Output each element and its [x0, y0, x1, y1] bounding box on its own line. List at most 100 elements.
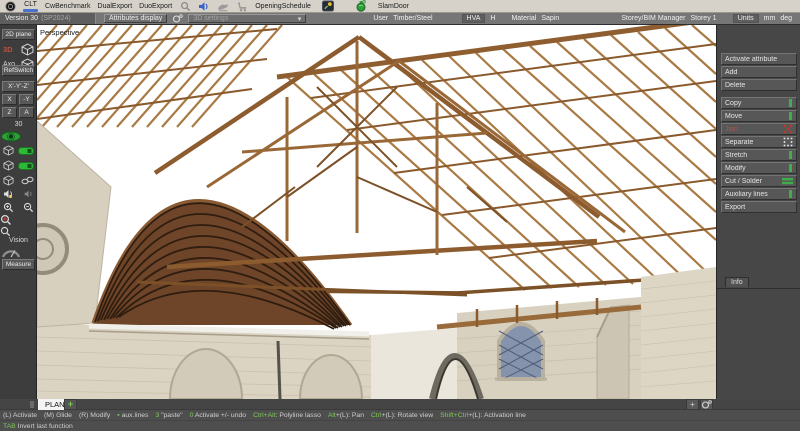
green-indicator-icon	[789, 164, 793, 172]
zoom-out-icon[interactable]	[23, 202, 34, 213]
material-label: Material	[506, 13, 541, 24]
dotted-square-icon	[783, 137, 793, 147]
status-hint: Ctrl+(L): Rotate view	[371, 412, 433, 419]
axis-a-button[interactable]: A	[19, 107, 34, 118]
clt-button[interactable]: CLT	[23, 1, 38, 12]
modify-button[interactable]: Modify	[721, 162, 797, 174]
speaker-on-icon[interactable]	[3, 189, 16, 199]
info-tab[interactable]: Info	[725, 277, 749, 287]
status-hint: (L) Activate	[3, 412, 37, 419]
axis-z-button[interactable]: Z	[2, 107, 17, 118]
zoom-in-icon[interactable]	[3, 202, 14, 213]
units-label: Units	[733, 14, 759, 23]
version-label: Version 30 (SP2024)	[0, 13, 96, 24]
add-button[interactable]: Add	[721, 66, 797, 78]
3d-model-scene[interactable]	[37, 25, 716, 399]
axis-x-button[interactable]: X	[2, 94, 17, 105]
clt-underline	[23, 9, 38, 12]
display-settings-icon[interactable]	[167, 13, 188, 24]
visibility-toggle-row-1	[1, 144, 36, 157]
refswitch-button[interactable]: RefSwitch	[2, 65, 35, 76]
speaker-icon[interactable]	[198, 1, 210, 12]
dark-tool-icon[interactable]	[322, 1, 334, 12]
green-indicator-icon	[789, 112, 793, 120]
green-indicator-icon	[789, 151, 793, 159]
status-hint: 3 "paste"	[155, 412, 182, 419]
dualexport-button[interactable]: DualExport	[98, 3, 133, 10]
status-hint: (R) Modify	[79, 412, 110, 419]
copy-button[interactable]: Copy	[721, 97, 797, 109]
camera-eye-icon[interactable]	[0, 131, 37, 142]
status-hint: 0 Activate +/- undo	[190, 412, 247, 419]
green-double-bar-icon	[782, 177, 793, 185]
measure-button[interactable]: Measure	[2, 259, 35, 270]
sled-icon[interactable]	[217, 1, 229, 12]
settings-toolbar: Version 30 (SP2024) Attributes display 3…	[0, 13, 800, 25]
2d-plane-button[interactable]: 2D plane	[2, 29, 35, 40]
chain-link-icon[interactable]	[21, 176, 34, 185]
3d-mode-row: 3D	[1, 42, 36, 57]
openingschedule-button[interactable]: OpeningSchedule	[255, 3, 311, 10]
export-button[interactable]: Export	[721, 201, 797, 213]
toggle-on-icon[interactable]	[18, 147, 34, 155]
speaker-off-icon[interactable]	[23, 189, 34, 199]
3d-mode-label[interactable]: 3D	[3, 45, 13, 54]
version-sp-label: (SP2024)	[41, 15, 71, 22]
separate-button[interactable]: Separate	[721, 136, 797, 148]
zoom-window-icon[interactable]	[0, 226, 37, 237]
cut-solder-button[interactable]: Cut / Solder	[721, 175, 797, 187]
add-tab-button[interactable]: +	[64, 399, 77, 410]
gable-wall	[37, 121, 111, 327]
activate-attribute-button[interactable]: Activate attribute	[721, 53, 797, 65]
speaker-row	[1, 188, 36, 200]
storey-value[interactable]: Storey 1	[690, 13, 721, 24]
auxiliary-lines-button[interactable]: Auxiliary lines	[721, 188, 797, 200]
axis-y-button[interactable]: -Y	[19, 94, 34, 105]
link-cube-row	[1, 174, 36, 187]
red-dice-icon	[783, 124, 793, 134]
stretch-button[interactable]: Stretch	[721, 149, 797, 161]
zoom-plus-button[interactable]: +	[686, 399, 699, 410]
cadwork-logo-icon[interactable]	[4, 1, 16, 12]
cube-icon[interactable]	[3, 175, 14, 186]
status-hint: TAB Invert last function	[3, 423, 73, 430]
unit-mm[interactable]: mm	[759, 13, 781, 24]
cube-icon[interactable]	[3, 145, 14, 156]
gauge-icon[interactable]	[0, 246, 37, 258]
3d-viewport[interactable]: Perspective	[37, 25, 716, 399]
move-button[interactable]: Move	[721, 110, 797, 122]
zoom-target-icon[interactable]	[0, 214, 37, 226]
unit-deg[interactable]: deg	[780, 13, 800, 24]
grenade-icon[interactable]	[355, 1, 367, 12]
join-button[interactable]: Join	[721, 123, 797, 135]
search-icon[interactable]	[179, 1, 191, 12]
toggle-on-icon[interactable]	[18, 162, 34, 170]
edit-sidebar: Activate attribute Add Delete Copy Move …	[716, 25, 800, 399]
view-sidebar: 2D plane 3D Axo RefSwitch X'-Y'-Z' X -Y …	[0, 25, 37, 399]
status-hint: (M) Glide	[44, 412, 72, 419]
sheet-tab-bar: PLAN + +	[0, 399, 800, 410]
cube-icon[interactable]	[3, 160, 14, 171]
hva-value[interactable]: H	[485, 13, 500, 24]
cadwork-window: CLT CwBenchmark DualExport DuoExport Ope…	[0, 0, 800, 431]
mouse-hint-bar: (L) Activate (M) Glide (R) Modify ▪ aux.…	[0, 410, 800, 420]
user-label: User	[368, 13, 393, 24]
angle-value[interactable]: 30	[0, 121, 37, 128]
cwbenchmark-button[interactable]: CwBenchmark	[45, 3, 91, 10]
slamdoor-button[interactable]: SlamDoor	[378, 3, 409, 10]
vision-label[interactable]: Vision	[0, 237, 37, 244]
duoexport-button[interactable]: DuoExport	[139, 3, 172, 10]
status-hint: Shift+Ctrl+(L): Activation line	[440, 412, 526, 419]
tab-scroll-icon[interactable]	[30, 401, 34, 408]
status-hint: Ctrl+Alt: Polyline lasso	[253, 412, 321, 419]
view-settings-icon[interactable]	[700, 399, 713, 410]
axes-button[interactable]: X'-Y'-Z'	[2, 81, 35, 92]
3d-settings-dropdown[interactable]: 3D settings ▾	[188, 14, 306, 23]
material-value[interactable]: Sapin	[541, 13, 564, 24]
delete-button[interactable]: Delete	[721, 79, 797, 91]
3d-cube-icon[interactable]	[21, 43, 34, 56]
user-value[interactable]: Timber/Steel	[393, 13, 437, 24]
attributes-display-button[interactable]: Attributes display	[104, 14, 167, 23]
bottom-bar: PLAN + + (L) Activate (M) Glide (R) Modi…	[0, 399, 800, 431]
dolly-icon[interactable]	[236, 1, 248, 12]
